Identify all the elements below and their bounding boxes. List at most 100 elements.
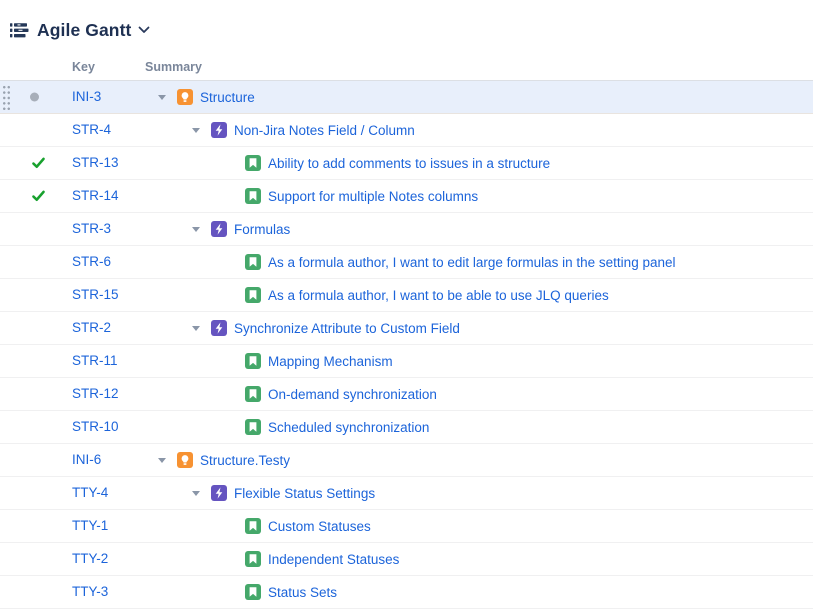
chevron-down-icon: [192, 491, 200, 496]
issue-key-link[interactable]: STR-3: [72, 221, 111, 236]
agile-gantt-app: Agile Gantt Key Summary INI-3 Structure ST…: [0, 0, 813, 609]
issue-summary-link[interactable]: Structure: [200, 90, 255, 105]
row-gutter: [0, 576, 56, 608]
table-header: Key Summary: [0, 46, 813, 81]
chevron-down-icon: [138, 26, 150, 34]
issue-type-story-icon: [245, 254, 261, 270]
structure-title-bar: Agile Gantt: [0, 0, 813, 46]
row-gutter: [0, 246, 56, 278]
issue-key-link[interactable]: INI-3: [72, 89, 101, 104]
issue-key-link[interactable]: TTY-1: [72, 518, 108, 533]
key-cell: STR-6: [56, 253, 145, 271]
issue-key-link[interactable]: STR-4: [72, 122, 111, 137]
issue-key-link[interactable]: STR-10: [72, 419, 119, 434]
issue-row[interactable]: STR-10 Scheduled synchronization: [0, 411, 813, 444]
issue-summary-link[interactable]: Mapping Mechanism: [268, 354, 393, 369]
key-cell: STR-13: [56, 154, 145, 172]
chevron-down-icon: [192, 326, 200, 331]
chevron-down-icon: [192, 227, 200, 232]
key-cell: INI-3: [56, 88, 145, 106]
issue-summary-link[interactable]: Formulas: [234, 222, 290, 237]
summary-cell: Synchronize Attribute to Custom Field: [145, 320, 813, 336]
issue-summary-link[interactable]: Scheduled synchronization: [268, 420, 429, 435]
structure-logo-icon: [9, 20, 30, 41]
summary-cell: Mapping Mechanism: [145, 353, 813, 369]
key-cell: INI-6: [56, 451, 145, 469]
key-cell: TTY-1: [56, 517, 145, 535]
header-gutter: [0, 46, 56, 74]
expand-collapse-chevron[interactable]: [192, 226, 211, 232]
issue-row[interactable]: STR-15 As a formula author, I want to be …: [0, 279, 813, 312]
issue-key-link[interactable]: TTY-2: [72, 551, 108, 566]
chevron-down-icon: [158, 458, 166, 463]
summary-cell: Formulas: [145, 221, 813, 237]
row-gutter: [0, 510, 56, 542]
issue-key-link[interactable]: STR-6: [72, 254, 111, 269]
key-cell: STR-2: [56, 319, 145, 337]
row-gutter: [0, 81, 56, 113]
issue-summary-link[interactable]: Custom Statuses: [268, 519, 371, 534]
issue-key-link[interactable]: STR-2: [72, 320, 111, 335]
summary-cell: Independent Statuses: [145, 551, 813, 567]
issue-key-link[interactable]: STR-14: [72, 188, 119, 203]
issue-summary-link[interactable]: On-demand synchronization: [268, 387, 437, 402]
issue-row[interactable]: INI-6 Structure.Testy: [0, 444, 813, 477]
issue-summary-link[interactable]: Ability to add comments to issues in a s…: [268, 156, 550, 171]
expand-collapse-chevron[interactable]: [158, 457, 177, 463]
issue-row[interactable]: STR-3 Formulas: [0, 213, 813, 246]
issue-summary-link[interactable]: Non-Jira Notes Field / Column: [234, 123, 415, 138]
issue-key-link[interactable]: STR-15: [72, 287, 119, 302]
key-cell: STR-12: [56, 385, 145, 403]
issue-row[interactable]: INI-3 Structure: [0, 81, 813, 114]
done-checkmark-icon: [31, 189, 46, 204]
issue-row[interactable]: TTY-2 Independent Statuses: [0, 543, 813, 576]
row-gutter: [0, 543, 56, 575]
issue-summary-link[interactable]: Status Sets: [268, 585, 337, 600]
expand-collapse-chevron[interactable]: [192, 325, 211, 331]
issue-row[interactable]: STR-12 On-demand synchronization: [0, 378, 813, 411]
issue-row[interactable]: STR-13 Ability to add comments to issues …: [0, 147, 813, 180]
row-gutter: [0, 180, 56, 212]
issue-row[interactable]: TTY-3 Status Sets: [0, 576, 813, 609]
summary-cell: On-demand synchronization: [145, 386, 813, 402]
issue-summary-link[interactable]: Structure.Testy: [200, 453, 290, 468]
issue-key-link[interactable]: TTY-4: [72, 485, 108, 500]
expand-collapse-chevron[interactable]: [158, 94, 177, 100]
page-title: Agile Gantt: [37, 20, 131, 41]
row-gutter: [0, 114, 56, 146]
issue-key-link[interactable]: STR-13: [72, 155, 119, 170]
expand-collapse-chevron[interactable]: [192, 490, 211, 496]
structure-picker-button[interactable]: Agile Gantt: [37, 20, 150, 41]
issue-row[interactable]: STR-11 Mapping Mechanism: [0, 345, 813, 378]
summary-cell: Non-Jira Notes Field / Column: [145, 122, 813, 138]
issue-key-link[interactable]: STR-12: [72, 386, 119, 401]
issue-type-story-icon: [245, 551, 261, 567]
row-gutter: [0, 213, 56, 245]
issue-summary-link[interactable]: Flexible Status Settings: [234, 486, 375, 501]
issue-summary-link[interactable]: Synchronize Attribute to Custom Field: [234, 321, 460, 336]
issue-summary-link[interactable]: Support for multiple Notes columns: [268, 189, 478, 204]
key-cell: STR-14: [56, 187, 145, 205]
key-cell: STR-4: [56, 121, 145, 139]
issue-type-initiative-icon: [177, 89, 193, 105]
expand-collapse-chevron[interactable]: [192, 127, 211, 133]
column-header-key: Key: [56, 60, 145, 74]
issue-key-link[interactable]: TTY-3: [72, 584, 108, 599]
issue-key-link[interactable]: STR-11: [72, 353, 118, 368]
issue-row[interactable]: STR-4 Non-Jira Notes Field / Column: [0, 114, 813, 147]
issue-row[interactable]: STR-14 Support for multiple Notes columns: [0, 180, 813, 213]
row-gutter: [0, 147, 56, 179]
issue-row[interactable]: STR-2 Synchronize Attribute to Custom Fie…: [0, 312, 813, 345]
issue-summary-link[interactable]: Independent Statuses: [268, 552, 399, 567]
row-gutter: [0, 378, 56, 410]
issue-row[interactable]: TTY-4 Flexible Status Settings: [0, 477, 813, 510]
issue-summary-link[interactable]: As a formula author, I want to be able t…: [268, 288, 609, 303]
summary-cell: Structure: [145, 89, 813, 105]
drag-handle-icon[interactable]: [1, 84, 10, 111]
issue-row[interactable]: TTY-1 Custom Statuses: [0, 510, 813, 543]
issue-type-story-icon: [245, 353, 261, 369]
issue-summary-link[interactable]: As a formula author, I want to edit larg…: [268, 255, 675, 270]
key-cell: STR-10: [56, 418, 145, 436]
issue-row[interactable]: STR-6 As a formula author, I want to edit…: [0, 246, 813, 279]
issue-key-link[interactable]: INI-6: [72, 452, 101, 467]
